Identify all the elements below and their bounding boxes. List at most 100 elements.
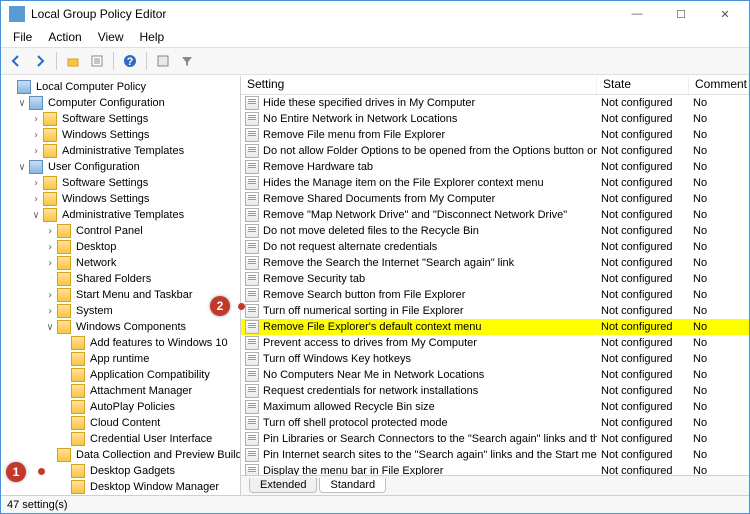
setting-comment: No [689, 241, 749, 253]
table-row[interactable]: Turn off shell protocol protected modeNo… [241, 415, 749, 431]
setting-label: Pin Libraries or Search Connectors to th… [263, 433, 597, 445]
setting-label: Pin Internet search sites to the "Search… [263, 449, 597, 461]
tree-item[interactable]: Desktop Window Manager [1, 479, 240, 495]
table-row[interactable]: Remove Search button from File Explorer N… [241, 287, 749, 303]
tree-item[interactable]: ›System [1, 303, 240, 319]
tree-item[interactable]: Credential User Interface [1, 431, 240, 447]
table-row[interactable]: Turn off numerical sorting in File Explo… [241, 303, 749, 319]
tree-item[interactable]: ›Network [1, 255, 240, 271]
table-row[interactable]: Remove Security tabNot configuredNo [241, 271, 749, 287]
tree-item[interactable]: ›Windows Settings [1, 191, 240, 207]
table-row[interactable]: No Entire Network in Network LocationsNo… [241, 111, 749, 127]
table-row[interactable]: Pin Libraries or Search Connectors to th… [241, 431, 749, 447]
list-icon[interactable] [86, 50, 108, 72]
setting-icon [245, 448, 259, 462]
minimize-button[interactable]: — [615, 1, 659, 27]
tab-standard[interactable]: Standard [319, 478, 386, 493]
table-row[interactable]: Remove the Search the Internet "Search a… [241, 255, 749, 271]
callout-marker-1: 1 [6, 462, 26, 482]
setting-comment: No [689, 353, 749, 365]
setting-icon [245, 160, 259, 174]
tree-item[interactable]: Attachment Manager [1, 383, 240, 399]
menu-view[interactable]: View [90, 28, 132, 46]
table-row[interactable]: Pin Internet search sites to the "Search… [241, 447, 749, 463]
maximize-button[interactable]: ☐ [659, 1, 703, 27]
table-row[interactable]: Hide these specified drives in My Comput… [241, 95, 749, 111]
setting-label: Remove Search button from File Explorer [263, 289, 465, 301]
tree-item[interactable]: ›Windows Settings [1, 127, 240, 143]
tree-item[interactable]: Cloud Content [1, 415, 240, 431]
help-icon[interactable]: ? [119, 50, 141, 72]
menu-help[interactable]: Help [132, 28, 173, 46]
tree-item[interactable]: App runtime [1, 351, 240, 367]
setting-icon [245, 304, 259, 318]
tree-user-config[interactable]: ∨User Configuration [1, 159, 240, 175]
setting-comment: No [689, 465, 749, 475]
tree-item[interactable]: Add features to Windows 10 [1, 335, 240, 351]
setting-comment: No [689, 129, 749, 141]
window-title: Local Group Policy Editor [31, 7, 615, 21]
tree-windows-components[interactable]: ∨Windows Components [1, 319, 240, 335]
setting-label: Do not move deleted files to the Recycle… [263, 225, 479, 237]
menu-file[interactable]: File [5, 28, 40, 46]
table-row[interactable]: No Computers Near Me in Network Location… [241, 367, 749, 383]
table-row[interactable]: Remove Hardware tabNot configuredNo [241, 159, 749, 175]
tree-computer-config[interactable]: ∨Computer Configuration [1, 95, 240, 111]
setting-icon [245, 464, 259, 475]
tree-item[interactable]: ›Desktop [1, 239, 240, 255]
menu-bar: File Action View Help [1, 27, 749, 47]
filter-icon[interactable] [176, 50, 198, 72]
tab-extended[interactable]: Extended [249, 478, 317, 493]
tree-item[interactable]: ›Start Menu and Taskbar [1, 287, 240, 303]
table-row[interactable]: Remove "Map Network Drive" and "Disconne… [241, 207, 749, 223]
view-tabs: Extended Standard [241, 475, 749, 495]
table-row[interactable]: Do not move deleted files to the Recycle… [241, 223, 749, 239]
settings-list[interactable]: Hide these specified drives in My Comput… [241, 95, 749, 475]
properties-icon[interactable] [152, 50, 174, 72]
status-bar: 47 setting(s) [1, 495, 749, 513]
table-row[interactable]: Remove File menu from File ExplorerNot c… [241, 127, 749, 143]
setting-label: Hide these specified drives in My Comput… [263, 97, 475, 109]
setting-comment: No [689, 321, 749, 333]
setting-icon [245, 96, 259, 110]
tree-item[interactable]: AutoPlay Policies [1, 399, 240, 415]
setting-state: Not configured [597, 385, 689, 397]
tree-item[interactable]: Shared Folders [1, 271, 240, 287]
forward-icon[interactable] [29, 50, 51, 72]
setting-comment: No [689, 273, 749, 285]
list-header: Setting State Comment [241, 75, 749, 95]
setting-state: Not configured [597, 289, 689, 301]
setting-label: Remove File menu from File Explorer [263, 129, 445, 141]
menu-action[interactable]: Action [40, 28, 89, 46]
table-row[interactable]: Turn off Windows Key hotkeysNot configur… [241, 351, 749, 367]
column-setting[interactable]: Setting [241, 75, 597, 94]
up-icon[interactable] [62, 50, 84, 72]
tree-item[interactable]: Desktop Gadgets [1, 463, 240, 479]
table-row[interactable]: Remove File Explorer's default context m… [241, 319, 749, 335]
setting-comment: No [689, 369, 749, 381]
table-row[interactable]: Request credentials for network installa… [241, 383, 749, 399]
column-state[interactable]: State [597, 75, 689, 94]
tree-item[interactable]: ›Software Settings [1, 111, 240, 127]
tree-item[interactable]: Data Collection and Preview Builds [1, 447, 240, 463]
tree-item[interactable]: ›Administrative Templates [1, 143, 240, 159]
setting-label: No Computers Near Me in Network Location… [263, 369, 484, 381]
table-row[interactable]: Maximum allowed Recycle Bin sizeNot conf… [241, 399, 749, 415]
table-row[interactable]: Do not allow Folder Options to be opened… [241, 143, 749, 159]
tree-item[interactable]: ›Software Settings [1, 175, 240, 191]
table-row[interactable]: Remove Shared Documents from My Computer… [241, 191, 749, 207]
setting-label: Remove Shared Documents from My Computer [263, 193, 495, 205]
tree-admin-templates[interactable]: ∨Administrative Templates [1, 207, 240, 223]
table-row[interactable]: Display the menu bar in File ExplorerNot… [241, 463, 749, 475]
tree-item[interactable]: ›Control Panel [1, 223, 240, 239]
setting-label: Maximum allowed Recycle Bin size [263, 401, 435, 413]
tree-root[interactable]: Local Computer Policy [1, 79, 240, 95]
table-row[interactable]: Hides the Manage item on the File Explor… [241, 175, 749, 191]
tree-item[interactable]: Application Compatibility [1, 367, 240, 383]
back-icon[interactable] [5, 50, 27, 72]
column-comment[interactable]: Comment [689, 75, 749, 94]
table-row[interactable]: Prevent access to drives from My Compute… [241, 335, 749, 351]
navigation-tree[interactable]: Local Computer Policy ∨Computer Configur… [1, 75, 241, 495]
close-button[interactable]: ✕ [703, 1, 747, 27]
table-row[interactable]: Do not request alternate credentialsNot … [241, 239, 749, 255]
